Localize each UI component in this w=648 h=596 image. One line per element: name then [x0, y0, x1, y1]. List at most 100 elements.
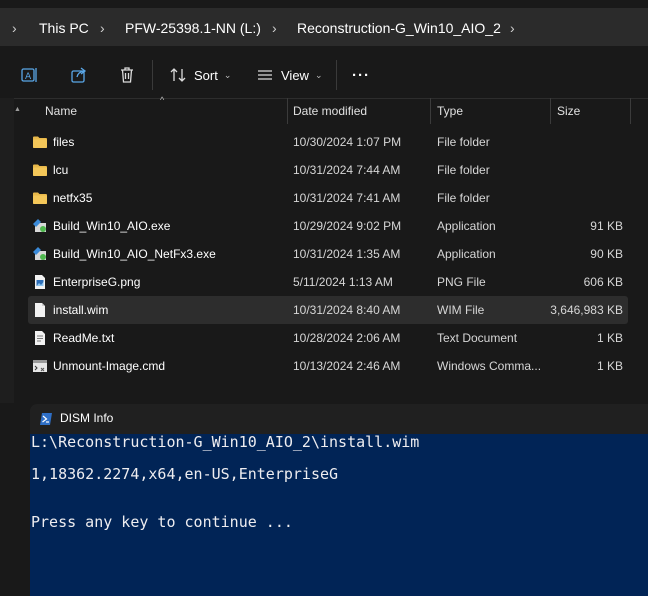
view-button[interactable]: View ⌄: [256, 62, 323, 88]
file-size: 3,646,983 KB: [550, 303, 623, 317]
file-size: [533, 156, 623, 184]
sort-label: Sort: [194, 67, 218, 83]
file-name: netfx35: [53, 191, 93, 205]
breadcrumb-drive[interactable]: PFW-25398.1-NN (L:): [125, 18, 261, 38]
chevron-right-icon[interactable]: ›: [12, 18, 17, 38]
file-date: 10/13/2024 2:46 AM: [293, 359, 401, 373]
file-name: Unmount-Image.cmd: [53, 359, 166, 373]
file-type: Windows Comma...: [437, 359, 542, 373]
file-size: 91 KB: [590, 219, 623, 233]
file-size: 1 KB: [596, 359, 623, 373]
breadcrumb-this-pc[interactable]: This PC: [39, 18, 89, 38]
console-title-bar[interactable]: DISM Info: [30, 404, 648, 434]
chevron-right-icon[interactable]: ›: [510, 18, 515, 38]
toolbar-divider: [336, 60, 337, 90]
command-bar: A Sort ⌄ View ⌄ ···: [0, 52, 648, 99]
file-row[interactable]: EnterpriseG.png 5/11/2024 1:13 AM PNG Fi…: [28, 268, 628, 296]
console-line: Press any key to continue ...: [31, 513, 293, 531]
file-type: WIM File: [437, 303, 485, 317]
powershell-icon: [40, 413, 52, 425]
column-header-date[interactable]: Date modified: [293, 98, 367, 124]
delete-button[interactable]: [117, 62, 137, 88]
console-output[interactable]: L:\Reconstruction-G_Win10_AIO_2\install.…: [30, 433, 648, 596]
address-bar: › This PC › PFW-25398.1-NN (L:) › Recons…: [0, 0, 648, 52]
cmd-file-icon: [33, 360, 47, 372]
file-type: File folder: [437, 135, 490, 149]
file-type: File folder: [437, 163, 490, 177]
view-icon: [258, 70, 272, 80]
generic-file-icon: [35, 303, 45, 317]
file-row[interactable]: netfx35 10/31/2024 7:41 AM File folder: [28, 184, 628, 212]
console-window[interactable]: DISM Info L:\Reconstruction-G_Win10_AIO_…: [30, 404, 648, 596]
svg-text:A: A: [25, 72, 32, 82]
file-row[interactable]: files 10/30/2024 1:07 PM File folder: [28, 128, 628, 156]
chevron-right-icon[interactable]: ›: [100, 18, 105, 38]
console-title: DISM Info: [60, 411, 114, 425]
breadcrumb-folder[interactable]: Reconstruction-G_Win10_AIO_2: [297, 18, 501, 38]
share-button[interactable]: [69, 62, 89, 88]
share-icon: [71, 67, 87, 83]
chevron-right-icon[interactable]: ›: [272, 18, 277, 38]
navigation-pane[interactable]: [0, 98, 14, 403]
chevron-down-icon: ⌄: [223, 69, 232, 80]
file-size: 606 KB: [583, 275, 623, 289]
file-row[interactable]: ReadMe.txt 10/28/2024 2:06 AM Text Docum…: [28, 324, 628, 352]
folder-icon: [33, 136, 47, 148]
toolbar-divider: [152, 60, 153, 90]
trash-icon: [121, 67, 133, 83]
file-name: EnterpriseG.png: [53, 275, 141, 289]
breadcrumb[interactable]: › This PC › PFW-25398.1-NN (L:) › Recons…: [0, 8, 648, 46]
column-header-name[interactable]: Name: [45, 98, 77, 124]
file-row[interactable]: Build_Win10_AIO.exe 10/29/2024 9:02 PM A…: [28, 212, 628, 240]
file-size: 1 KB: [596, 331, 623, 345]
sort-button[interactable]: Sort ⌄: [169, 62, 231, 88]
file-name: files: [53, 135, 75, 149]
column-divider[interactable]: [430, 98, 431, 124]
file-date: 10/31/2024 7:44 AM: [293, 163, 401, 177]
folder-icon: [33, 192, 47, 204]
file-name: ReadMe.txt: [53, 331, 115, 345]
file-date: 10/31/2024 8:40 AM: [293, 303, 401, 317]
script-app-icon: [33, 219, 46, 232]
file-name: install.wim: [53, 303, 109, 317]
column-header-type[interactable]: Type: [437, 98, 463, 124]
file-date: 10/29/2024 9:02 PM: [293, 219, 402, 233]
sort-icon: [170, 68, 186, 82]
file-date: 10/31/2024 1:35 AM: [293, 247, 401, 261]
file-name: lcu: [53, 163, 69, 177]
console-line: 1,18362.2274,x64,en-US,EnterpriseG: [31, 465, 339, 483]
image-file-icon: [35, 275, 45, 289]
file-type: Application: [437, 247, 496, 261]
file-row[interactable]: Unmount-Image.cmd 10/13/2024 2:46 AM Win…: [28, 352, 628, 380]
console-line: L:\Reconstruction-G_Win10_AIO_2\install.…: [31, 433, 420, 451]
file-date: 5/11/2024 1:13 AM: [293, 275, 393, 289]
view-label: View: [281, 67, 309, 83]
scrollbar[interactable]: ▲: [14, 98, 21, 403]
file-date: 10/28/2024 2:06 AM: [293, 331, 401, 345]
file-type: Application: [437, 219, 496, 233]
text-file-icon: [35, 331, 45, 345]
column-header-size[interactable]: Size: [557, 98, 580, 124]
rename-button[interactable]: A: [20, 62, 40, 88]
file-size: [533, 128, 623, 156]
file-type: Text Document: [437, 331, 518, 345]
file-row[interactable]: Build_Win10_AIO_NetFx3.exe 10/31/2024 1:…: [28, 240, 628, 268]
file-size: [533, 184, 623, 212]
file-type: PNG File: [437, 275, 486, 289]
file-row-selected[interactable]: install.wim 10/31/2024 8:40 AM WIM File …: [28, 296, 628, 324]
column-divider[interactable]: [630, 98, 631, 124]
more-options-button[interactable]: ···: [352, 62, 370, 88]
column-divider[interactable]: [287, 98, 288, 124]
file-row[interactable]: lcu 10/31/2024 7:44 AM File folder: [28, 156, 628, 184]
scroll-up-icon[interactable]: ▲: [14, 106, 21, 113]
chevron-down-icon: ⌄: [314, 69, 323, 80]
file-type: File folder: [437, 191, 490, 205]
file-date: 10/31/2024 7:41 AM: [293, 191, 401, 205]
file-name: Build_Win10_AIO.exe: [53, 219, 171, 233]
rename-icon: A: [21, 68, 37, 82]
file-name: Build_Win10_AIO_NetFx3.exe: [53, 247, 216, 261]
folder-icon: [33, 164, 47, 176]
column-divider[interactable]: [550, 98, 551, 124]
sort-ascending-icon: ^: [160, 95, 165, 105]
script-app-icon: [33, 247, 46, 260]
